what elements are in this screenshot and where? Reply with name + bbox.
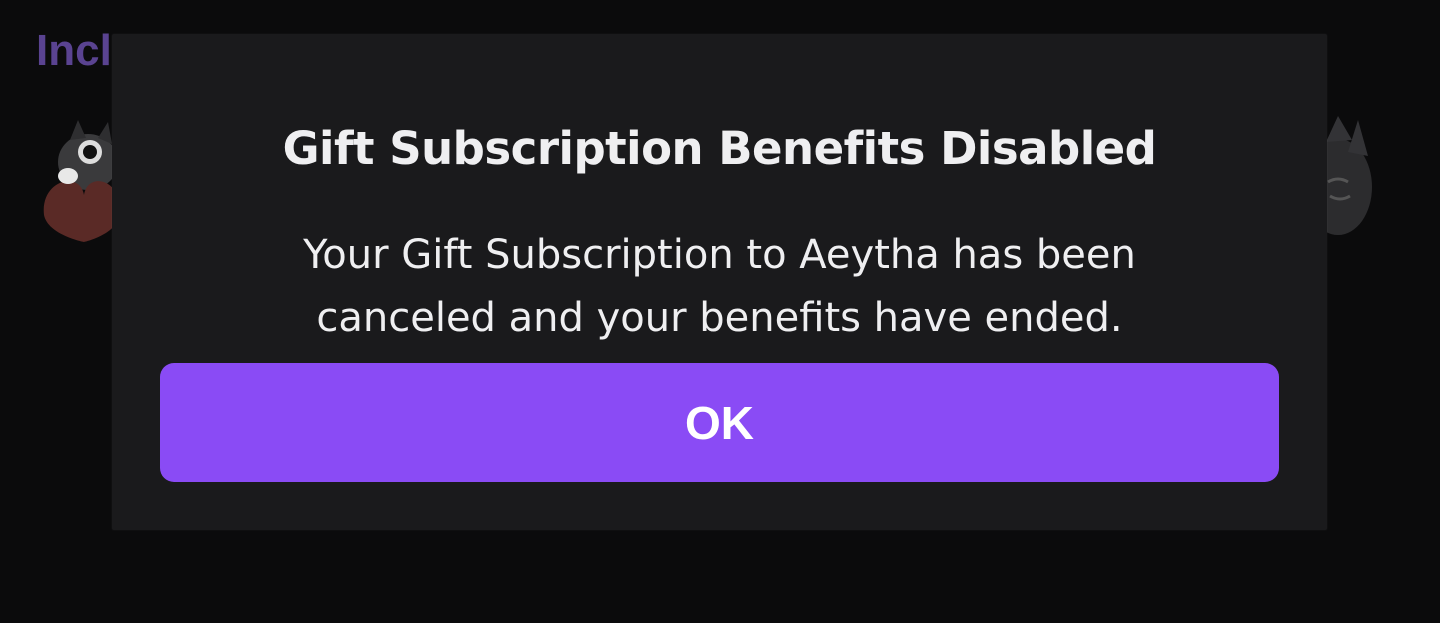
ok-button[interactable]: OK (160, 363, 1279, 482)
modal-title: Gift Subscription Benefits Disabled (282, 122, 1157, 175)
modal-message: Your Gift Subscription to Aeytha has bee… (303, 232, 1136, 341)
background-heading: Incl (36, 26, 112, 75)
grey-cat-emote-icon (1318, 116, 1372, 235)
heart-emote-icon (43, 120, 120, 242)
